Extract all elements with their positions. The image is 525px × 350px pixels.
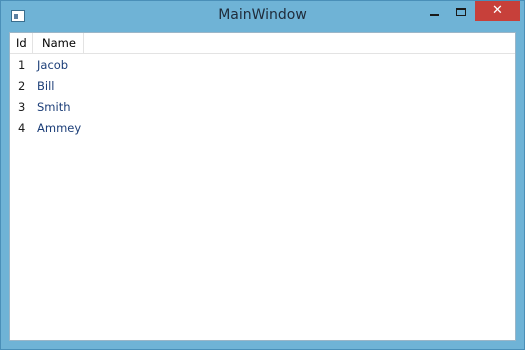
grid-rows: 1 Jacob 2 Bill 3 Smith 4 Ammey bbox=[10, 55, 515, 139]
table-row[interactable]: 3 Smith bbox=[10, 97, 515, 118]
minimize-button[interactable] bbox=[424, 3, 450, 23]
column-header-id[interactable]: Id bbox=[10, 33, 33, 53]
cell-name[interactable]: Jacob bbox=[37, 55, 68, 76]
cell-id[interactable]: 3 bbox=[18, 97, 25, 118]
maximize-button[interactable] bbox=[451, 3, 475, 23]
grid-header: Id Name bbox=[10, 33, 515, 54]
cell-name[interactable]: Ammey bbox=[37, 118, 81, 139]
cell-id[interactable]: 2 bbox=[18, 76, 25, 97]
table-row[interactable]: 1 Jacob bbox=[10, 55, 515, 76]
minimize-icon bbox=[430, 14, 439, 16]
data-grid[interactable]: Id Name 1 Jacob 2 Bill 3 Smith 4 Ammey bbox=[9, 32, 516, 341]
column-header-name[interactable]: Name bbox=[33, 33, 84, 53]
cell-id[interactable]: 1 bbox=[18, 55, 25, 76]
table-row[interactable]: 2 Bill bbox=[10, 76, 515, 97]
title-bar[interactable]: MainWindow ✕ bbox=[1, 1, 524, 32]
main-window: MainWindow ✕ Id Name 1 Jacob 2 Bill 3 Sm… bbox=[0, 0, 525, 350]
cell-name[interactable]: Smith bbox=[37, 97, 71, 118]
close-icon: ✕ bbox=[492, 3, 503, 18]
table-row[interactable]: 4 Ammey bbox=[10, 118, 515, 139]
maximize-icon bbox=[456, 8, 466, 16]
cell-id[interactable]: 4 bbox=[18, 118, 25, 139]
close-button[interactable]: ✕ bbox=[475, 1, 520, 21]
cell-name[interactable]: Bill bbox=[37, 76, 54, 97]
